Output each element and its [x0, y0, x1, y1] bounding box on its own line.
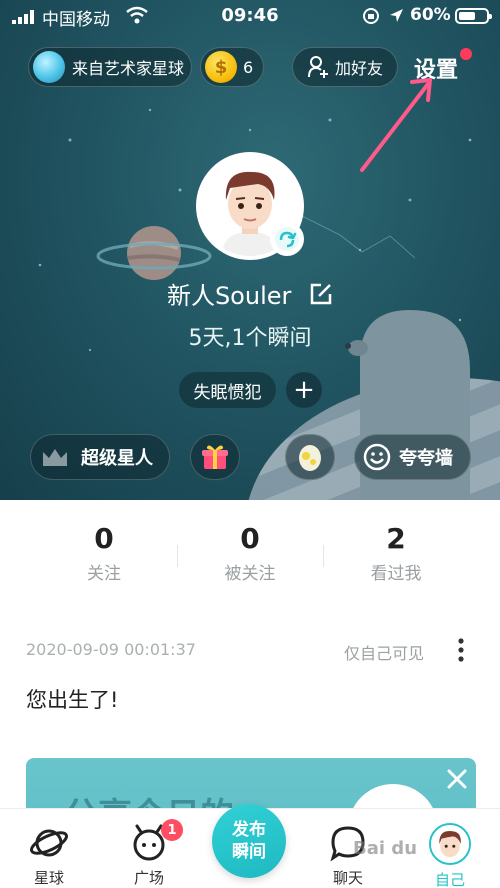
smile-icon: [363, 443, 391, 471]
egg-icon: [299, 445, 321, 471]
tab-square-label: 广场: [133, 869, 164, 887]
username: 新人Souler: [0, 276, 500, 311]
more-options-icon[interactable]: [452, 636, 470, 664]
visitors-counter[interactable]: 2 看过我: [316, 522, 476, 584]
tab-planet[interactable]: 星球: [14, 823, 84, 888]
tab-me[interactable]: 自己: [415, 823, 485, 888]
publish-moment-button[interactable]: 发布瞬间: [212, 804, 286, 878]
battery-percent: 60%: [410, 5, 451, 25]
following-count: 0: [94, 522, 114, 555]
planet-origin-label: 来自艺术家星球: [72, 59, 185, 78]
gift-icon: [202, 445, 228, 469]
egg-button[interactable]: [285, 434, 335, 480]
me-avatar-icon: [429, 823, 471, 865]
tab-chat-label: 聊天: [332, 869, 363, 887]
battery-icon: [455, 8, 492, 24]
add-tag-button[interactable]: +: [286, 372, 322, 408]
publish-label: 发布瞬间: [232, 820, 266, 862]
avatar-change-badge[interactable]: [270, 222, 304, 256]
super-star-label: 超级星人: [81, 448, 153, 469]
edit-icon[interactable]: [309, 282, 333, 306]
username-text: 新人Souler: [166, 282, 292, 310]
profile-hero: 中国移动 09:46 60% 来自艺术家星球 $ 6 加好友 设置 新人Soul…: [0, 0, 500, 500]
location-icon: [390, 9, 403, 22]
post-visibility: 仅自己可见: [344, 644, 425, 663]
praise-wall-button[interactable]: 夸夸墙: [354, 434, 471, 480]
visitors-label: 看过我: [370, 564, 422, 584]
close-icon[interactable]: [444, 766, 470, 792]
followers-counter[interactable]: 0 被关注: [170, 522, 330, 584]
days-moments-summary: 5天,1个瞬间: [188, 326, 312, 351]
visitors-count: 2: [386, 522, 406, 555]
post-text: 您出生了!: [26, 688, 119, 712]
following-label: 关注: [87, 564, 121, 584]
crown-icon: [43, 449, 67, 466]
tab-planet-label: 星球: [33, 869, 64, 887]
planet-icon: [30, 829, 68, 857]
following-counter[interactable]: 0 关注: [24, 522, 184, 584]
add-user-icon: [308, 56, 328, 78]
praise-wall-label: 夸夸墙: [399, 448, 453, 469]
followers-label: 被关注: [224, 564, 276, 584]
super-star-button[interactable]: 超级星人: [30, 434, 170, 480]
tab-me-label: 自己: [434, 871, 465, 888]
status-bar: 中国移动 09:46 60%: [0, 0, 500, 32]
rotation-lock-icon: [363, 8, 379, 24]
coin-pill[interactable]: $ 6: [200, 47, 264, 87]
watermark: Bai du: [353, 838, 418, 859]
annotation-arrow-icon: [360, 78, 432, 172]
settings-notification-dot: [460, 48, 472, 60]
tag-chip[interactable]: 失眠惯犯: [179, 372, 276, 408]
planet-orb-icon: [33, 51, 65, 83]
coin-count: 6: [243, 57, 254, 77]
post-timestamp: 2020-09-09 00:01:37: [26, 640, 196, 659]
square-notification-badge: 1: [161, 819, 183, 841]
followers-count: 0: [240, 522, 260, 555]
coin-icon: $: [205, 51, 237, 83]
refresh-avatar-icon: [275, 227, 299, 251]
planet-origin-pill[interactable]: 来自艺术家星球: [28, 47, 192, 87]
gift-button[interactable]: [190, 434, 240, 480]
